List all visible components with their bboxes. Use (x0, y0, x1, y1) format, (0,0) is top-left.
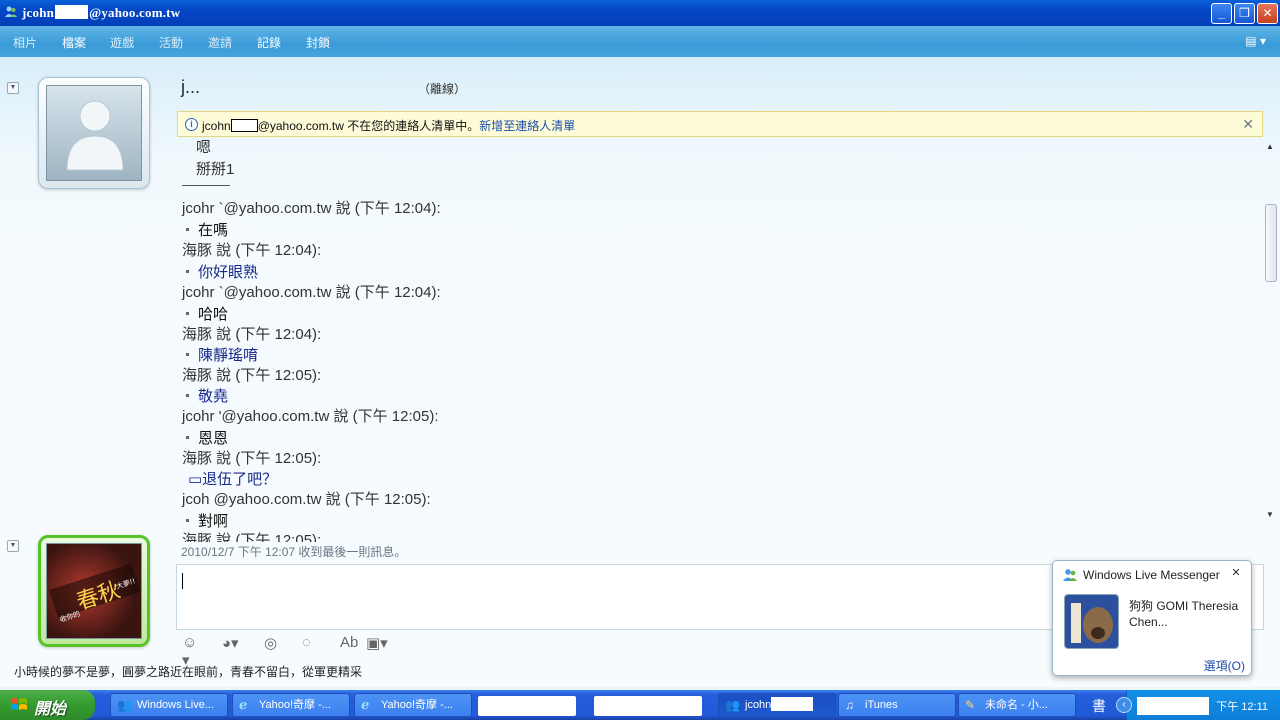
system-tray: 下午 12:11 (1126, 690, 1280, 720)
taskbar-item[interactable]: 👥 Windows Live... (110, 693, 228, 717)
message-header: jcohr `@yahoo.com.tw 說 (下午 12:04): (182, 200, 441, 217)
font-icon[interactable]: Ab (340, 634, 358, 651)
close-icon[interactable]: ✕ (1242, 116, 1254, 133)
scroll-up-icon[interactable]: ▲ (1266, 142, 1274, 151)
start-button[interactable]: 開始 (0, 690, 95, 720)
minimize-button[interactable]: _ (1211, 3, 1232, 24)
menu-files[interactable]: 檔案 (62, 34, 86, 51)
taskbar-item[interactable]: ♫ iTunes (838, 693, 956, 717)
taskbar-item-active[interactable]: 👥 jcohn (718, 693, 836, 717)
clock[interactable]: 下午 12:11 (1216, 698, 1268, 714)
ime-indicator[interactable]: 書 (1092, 696, 1106, 716)
messenger-icon: 👥 (117, 698, 132, 712)
message-header: 海豚 說 (下午 12:04): (182, 326, 322, 343)
contact-name: j... (181, 77, 201, 97)
message-text: 敬堯 (182, 385, 228, 406)
add-contact-link[interactable]: 新增至連絡人清單 (479, 119, 575, 133)
chat-history[interactable]: 嗯 掰掰1 jcohr `@yahoo.com.tw 說 (下午 12:04):… (176, 138, 1261, 542)
last-message-time: 2010/12/7 下午 12:07 收到最後一則訊息。 (181, 545, 407, 559)
taskbar-item[interactable]: ✎ 未命名 - 小... (958, 693, 1076, 717)
message-header: 海豚 說 (下午 12:04): (182, 242, 322, 259)
scroll-down-icon[interactable]: ▼ (1266, 510, 1274, 519)
message-text: 陳靜瑤唷 (182, 344, 258, 365)
collapse-contact-icon[interactable]: ▼ (7, 82, 19, 94)
menu-invite[interactable]: 邀請 (208, 34, 232, 51)
toast-avatar (1064, 594, 1119, 649)
taskbar: 開始 👥 Windows Live... ℯ Yahoo!奇摩 -... ℯ Yaho… (0, 690, 1280, 720)
menu-games[interactable]: 遊戲 (110, 34, 134, 51)
contact-status: （離線） (418, 82, 467, 96)
menu-block[interactable]: 封鎖 (306, 34, 330, 51)
contact-avatar[interactable] (38, 77, 150, 189)
message-header: jcohr '@yahoo.com.tw 說 (下午 12:05): (182, 408, 439, 425)
itunes-icon: ♫ (845, 698, 854, 712)
messenger-toast[interactable]: Windows Live Messenger ✕ 狗狗 GOMI Theresi… (1052, 560, 1252, 676)
taskbar-item[interactable]: ℯ Yahoo!奇摩 -... (354, 693, 472, 717)
default-user-icon (66, 100, 124, 171)
message-header: jcohr `@yahoo.com.tw 說 (下午 12:04): (182, 284, 441, 301)
message-text: ▭退伍了吧？ (188, 471, 278, 488)
messenger-icon: 👥 (725, 698, 740, 712)
message-text: 哈哈 (182, 303, 228, 324)
ie-icon: ℯ (239, 697, 248, 712)
message-header: jcoh @yahoo.com.tw 說 (下午 12:05): (182, 491, 431, 508)
chat-line: 嗯 (196, 139, 212, 156)
nudge-icon[interactable]: ◎ (264, 634, 277, 652)
paint-icon: ✎ (965, 698, 976, 712)
message-text: 在嗎 (182, 219, 228, 240)
chat-line: 掰掰1 (196, 161, 235, 178)
info-icon: i (185, 118, 198, 131)
redacted-task[interactable] (594, 696, 702, 716)
tray-expand-icon[interactable]: ‹ (1116, 697, 1132, 713)
message-text: 你好眼熟 (182, 261, 258, 282)
window-title: jcohn @yahoo.com.tw (22, 5, 181, 20)
personal-message: 小時候的夢不是夢，圓夢之路近在眼前，青春不留白，從軍更精采 (14, 665, 363, 679)
collapse-self-icon[interactable]: ▼ (7, 540, 19, 552)
windows-logo-icon (11, 698, 27, 710)
toast-message: 狗狗 GOMI Theresia Chen... (1129, 599, 1239, 629)
background-icon[interactable]: ▣▾ (366, 634, 388, 652)
message-header: 海豚 說 (下午 12:05): (182, 367, 322, 384)
divider (182, 185, 230, 186)
my-avatar[interactable]: 春秋 收你的 大夢!! (38, 535, 150, 647)
messenger-icon (1063, 569, 1077, 581)
menu-options-icon[interactable]: ▤ ▾ (1245, 34, 1266, 48)
message-header: 海豚 說 (下午 12:05): (182, 450, 322, 467)
toast-title: Windows Live Messenger (1083, 568, 1220, 582)
wink-icon[interactable]: ◕▾ (222, 634, 239, 652)
redacted-task[interactable] (478, 696, 576, 716)
menu-bar: 相片 檔案 遊戲 活動 邀請 記錄 封鎖 ▤ ▾ (0, 26, 1280, 57)
menu-photos[interactable]: 相片 (13, 34, 37, 51)
close-icon[interactable]: ✕ (1229, 566, 1243, 580)
menu-activities[interactable]: 活動 (159, 34, 183, 51)
message-text: 恩恩 (182, 427, 228, 448)
close-button[interactable]: ✕ (1257, 3, 1278, 24)
title-bar: jcohn @yahoo.com.tw _ ❐ ✕ (0, 0, 1280, 26)
menu-history[interactable]: 記錄 (257, 34, 281, 51)
restore-button[interactable]: ❐ (1234, 3, 1255, 24)
toast-options-link[interactable]: 選項(O) (1204, 657, 1245, 674)
scroll-thumb[interactable] (1265, 204, 1277, 282)
voice-clip-icon[interactable]: ◌ (302, 634, 311, 651)
info-bar: i jcohn @yahoo.com.tw 不在您的連絡人清單中。新增至連絡人清單… (177, 111, 1263, 137)
message-text: 對啊 (182, 510, 228, 531)
ie-icon: ℯ (361, 697, 370, 712)
taskbar-item[interactable]: ℯ Yahoo!奇摩 -... (232, 693, 350, 717)
message-header: 海豚 說 (下午 12:05): (182, 532, 322, 542)
messenger-icon (5, 6, 17, 17)
chat-scrollbar[interactable]: ▲ ▼ (1263, 138, 1278, 542)
